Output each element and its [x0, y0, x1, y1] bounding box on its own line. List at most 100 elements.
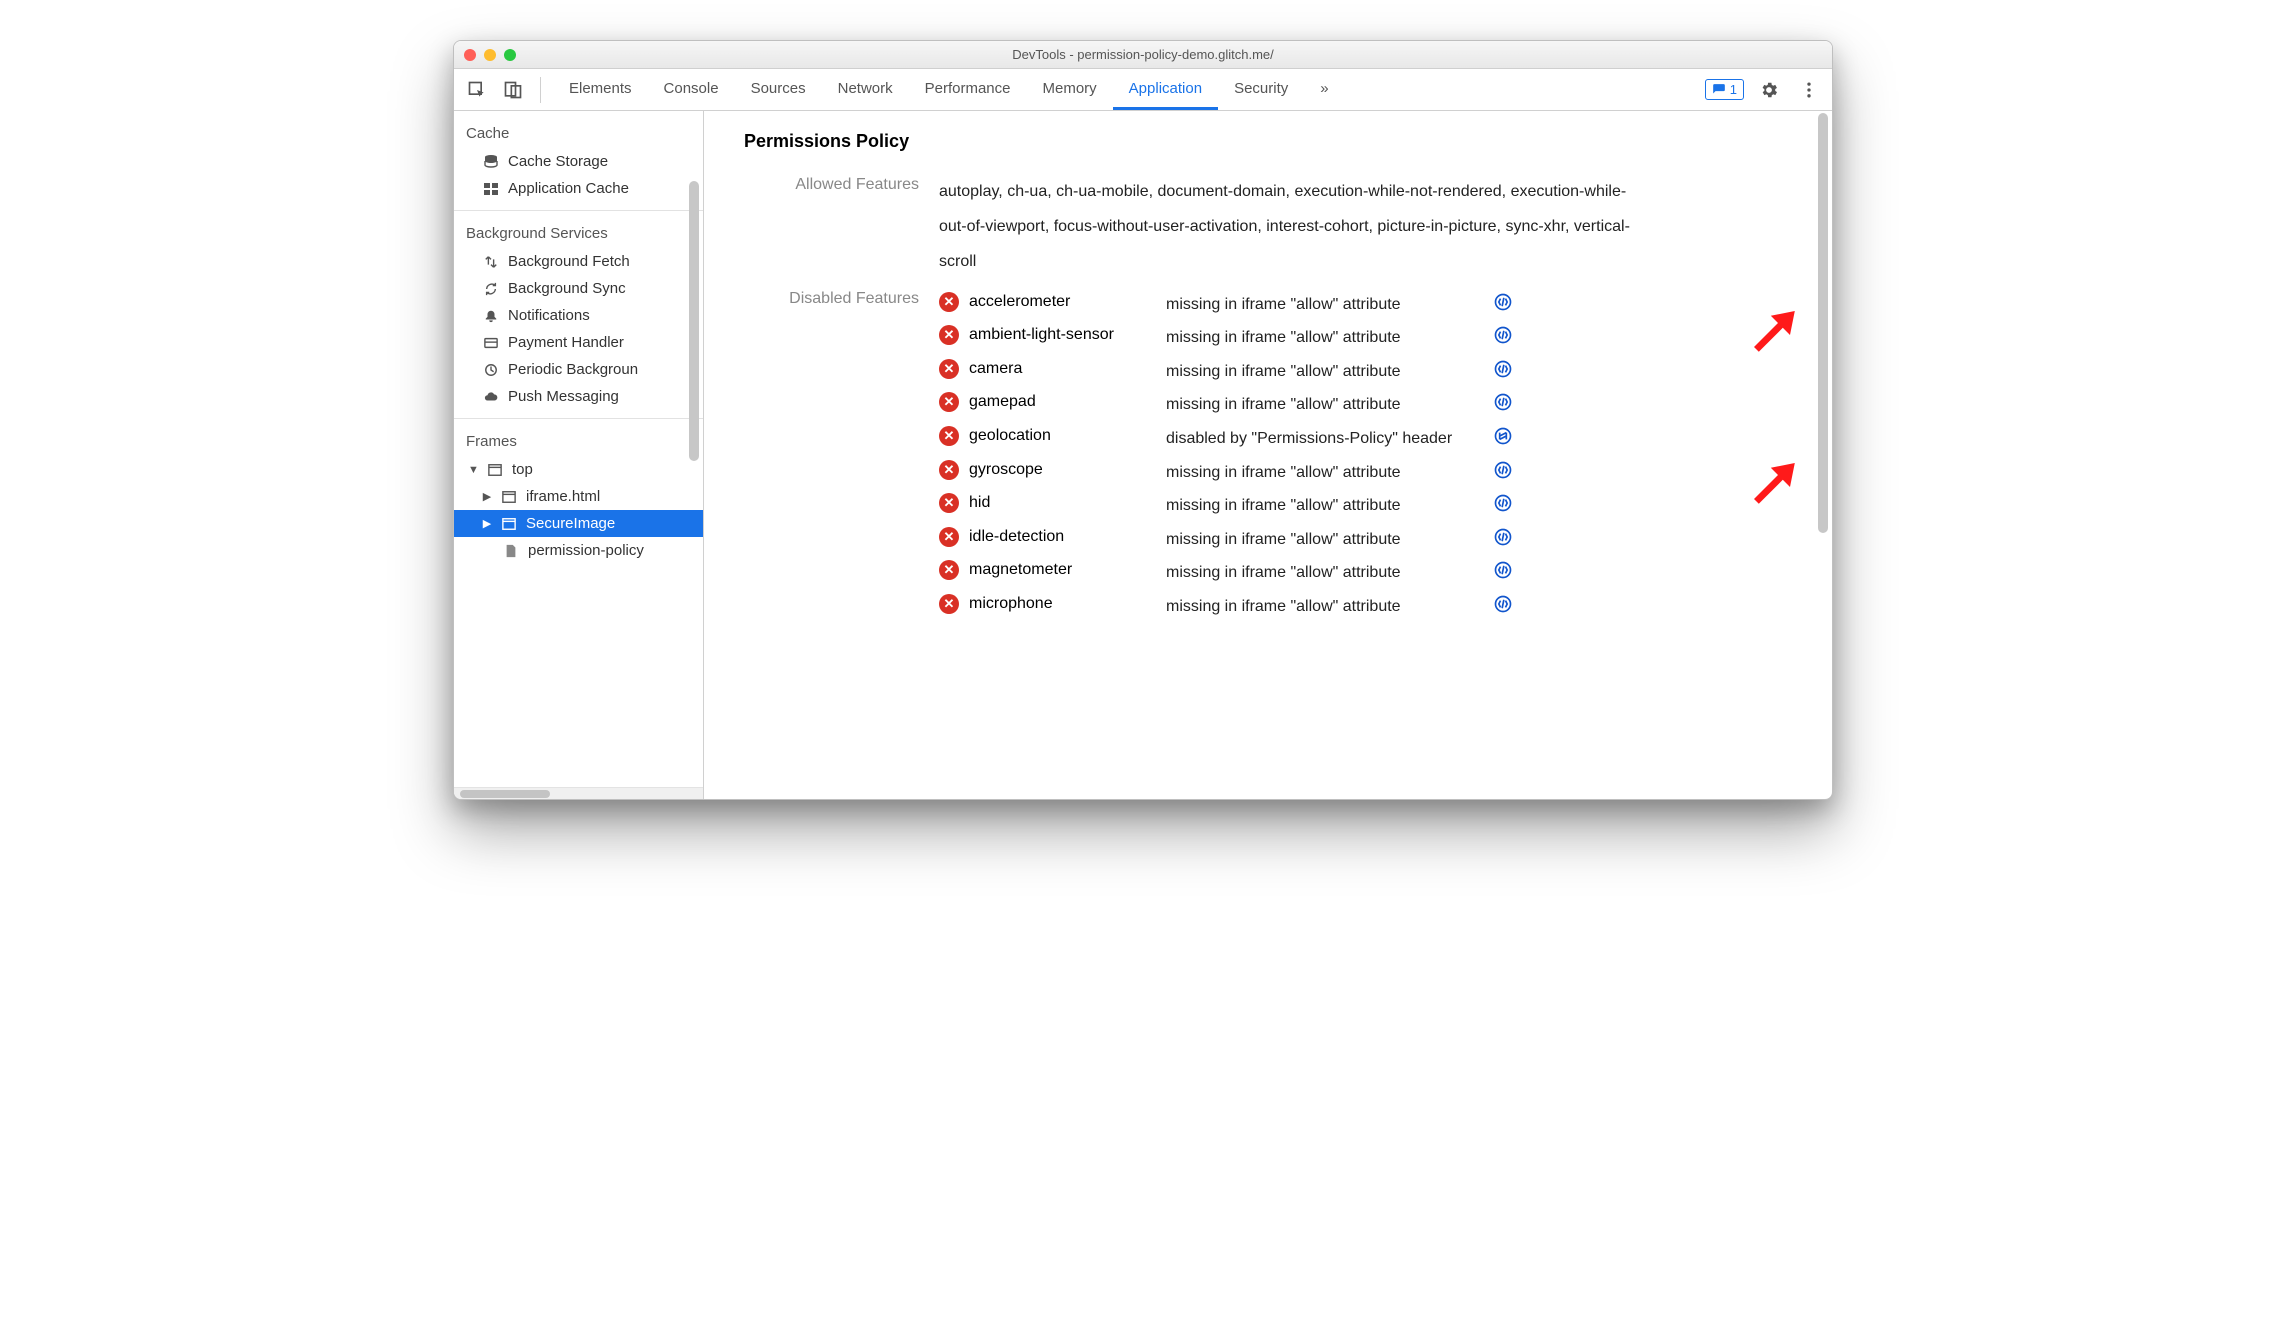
- divider: [540, 77, 541, 103]
- reveal-network-icon[interactable]: [1488, 426, 1518, 446]
- application-sidebar: Cache Cache Storage Application Cache Ba…: [454, 111, 704, 799]
- feature-name: magnetometer: [969, 561, 1072, 579]
- feature-reason: missing in iframe "allow" attribute: [1166, 594, 1476, 620]
- disabled-feature-row: ✕gamepadmissing in iframe "allow" attrib…: [939, 388, 1518, 422]
- tab-performance[interactable]: Performance: [909, 70, 1027, 109]
- feature-reason: missing in iframe "allow" attribute: [1166, 527, 1476, 553]
- disabled-feature-row: ✕accelerometermissing in iframe "allow" …: [939, 288, 1518, 322]
- error-icon: ✕: [939, 560, 959, 580]
- caret-right-icon: ▶: [482, 490, 492, 503]
- main-panel: Permissions Policy Allowed Features auto…: [704, 111, 1832, 799]
- credit-card-icon: [482, 336, 500, 350]
- error-icon: ✕: [939, 594, 959, 614]
- feature-name: ambient-light-sensor: [969, 326, 1114, 344]
- reveal-elements-icon[interactable]: [1488, 527, 1518, 547]
- frame-icon: [500, 490, 518, 504]
- disabled-features-label: Disabled Features: [744, 288, 919, 308]
- sidebar-horizontal-scrollbar[interactable]: [454, 787, 703, 799]
- inspect-element-icon[interactable]: [462, 75, 492, 105]
- caret-right-icon: ▶: [482, 517, 492, 530]
- traffic-lights: [464, 49, 516, 61]
- feature-reason: missing in iframe "allow" attribute: [1166, 560, 1476, 586]
- grid-icon: [482, 181, 500, 197]
- zoom-window-button[interactable]: [504, 49, 516, 61]
- tab-more-icon[interactable]: »: [1304, 70, 1344, 109]
- tab-console[interactable]: Console: [648, 70, 735, 109]
- disabled-feature-row: ✕cameramissing in iframe "allow" attribu…: [939, 355, 1518, 389]
- disabled-feature-row: ✕ microphone missing in iframe "allow" att…: [939, 590, 1518, 624]
- minimize-window-button[interactable]: [484, 49, 496, 61]
- reveal-elements-icon[interactable]: [1488, 560, 1518, 580]
- reveal-elements-icon[interactable]: [1488, 325, 1518, 345]
- reveal-elements-icon[interactable]: [1488, 359, 1518, 379]
- sync-icon: [482, 282, 500, 296]
- reveal-elements-icon[interactable]: [1488, 493, 1518, 513]
- database-icon: [482, 154, 500, 170]
- sidebar-section-cache: Cache: [454, 111, 703, 148]
- disabled-features-table: ✕accelerometermissing in iframe "allow" …: [939, 288, 1518, 624]
- annotation-arrow-icon: [1742, 299, 1802, 359]
- device-toolbar-icon[interactable]: [498, 75, 528, 105]
- sidebar-item-application-cache[interactable]: Application Cache: [454, 175, 703, 202]
- feature-name: hid: [969, 494, 990, 512]
- reveal-elements-icon[interactable]: [1488, 392, 1518, 412]
- tab-network[interactable]: Network: [822, 70, 909, 109]
- error-icon: ✕: [939, 460, 959, 480]
- main-scrollbar[interactable]: [1816, 113, 1830, 787]
- error-icon: ✕: [939, 493, 959, 513]
- allowed-features-value: autoplay, ch-ua, ch-ua-mobile, document-…: [939, 174, 1639, 280]
- feedback-count: 1: [1730, 82, 1737, 97]
- reveal-elements-icon[interactable]: [1488, 594, 1518, 614]
- feature-name: camera: [969, 360, 1022, 378]
- sidebar-item-push-messaging[interactable]: Push Messaging: [454, 383, 703, 410]
- disabled-feature-row: ✕ambient-light-sensormissing in iframe "…: [939, 321, 1518, 355]
- feature-reason: missing in iframe "allow" attribute: [1166, 359, 1476, 385]
- sidebar-item-notifications[interactable]: Notifications: [454, 302, 703, 329]
- sidebar-item-frame-iframe[interactable]: ▶ iframe.html: [454, 483, 703, 510]
- settings-icon[interactable]: [1754, 75, 1784, 105]
- reveal-elements-icon[interactable]: [1488, 292, 1518, 312]
- sidebar-item-frame-secureimage[interactable]: ▶ SecureImage: [454, 510, 703, 537]
- sidebar-item-background-sync[interactable]: Background Sync: [454, 275, 703, 302]
- tab-sources[interactable]: Sources: [735, 70, 822, 109]
- feature-reason: disabled by "Permissions-Policy" header: [1166, 426, 1476, 452]
- error-icon: ✕: [939, 392, 959, 412]
- document-icon: [502, 544, 520, 558]
- feature-name: microphone: [969, 595, 1053, 613]
- disabled-feature-row: ✕gyroscopemissing in iframe "allow" attr…: [939, 456, 1518, 490]
- kebab-menu-icon[interactable]: [1794, 75, 1824, 105]
- clock-icon: [482, 363, 500, 377]
- close-window-button[interactable]: [464, 49, 476, 61]
- sidebar-item-periodic-background[interactable]: Periodic Backgroun: [454, 356, 703, 383]
- window-title: DevTools - permission-policy-demo.glitch…: [454, 47, 1832, 62]
- tab-elements[interactable]: Elements: [553, 70, 648, 109]
- bell-icon: [482, 309, 500, 323]
- sidebar-item-payment-handler[interactable]: Payment Handler: [454, 329, 703, 356]
- titlebar: DevTools - permission-policy-demo.glitch…: [454, 41, 1832, 69]
- feature-name: geolocation: [969, 427, 1051, 445]
- sidebar-section-frames: Frames: [454, 419, 703, 456]
- tab-memory[interactable]: Memory: [1027, 70, 1113, 109]
- feature-reason: missing in iframe "allow" attribute: [1166, 460, 1476, 486]
- disabled-feature-row: ✕ geolocation disabled by "Permissions-Pol…: [939, 422, 1518, 456]
- tab-application[interactable]: Application: [1113, 70, 1218, 110]
- sidebar-item-background-fetch[interactable]: Background Fetch: [454, 248, 703, 275]
- transfer-icon: [482, 255, 500, 269]
- sidebar-item-frame-top[interactable]: ▼ top: [454, 456, 703, 483]
- cloud-icon: [482, 390, 500, 404]
- sidebar-item-cache-storage[interactable]: Cache Storage: [454, 148, 703, 175]
- sidebar-scrollbar[interactable]: [687, 181, 701, 775]
- caret-down-icon: ▼: [468, 464, 478, 476]
- error-icon: ✕: [939, 527, 959, 547]
- sidebar-section-background: Background Services: [454, 211, 703, 248]
- disabled-feature-row: ✕hidmissing in iframe "allow" attribute: [939, 489, 1518, 523]
- error-icon: ✕: [939, 292, 959, 312]
- feedback-button[interactable]: 1: [1705, 79, 1744, 100]
- feature-reason: missing in iframe "allow" attribute: [1166, 325, 1476, 351]
- panel-body: Cache Cache Storage Application Cache Ba…: [454, 111, 1832, 799]
- sidebar-item-frame-permission-policy[interactable]: permission-policy: [454, 537, 703, 564]
- allowed-features-label: Allowed Features: [744, 174, 919, 194]
- reveal-elements-icon[interactable]: [1488, 460, 1518, 480]
- error-icon: ✕: [939, 426, 959, 446]
- tab-security[interactable]: Security: [1218, 70, 1304, 109]
